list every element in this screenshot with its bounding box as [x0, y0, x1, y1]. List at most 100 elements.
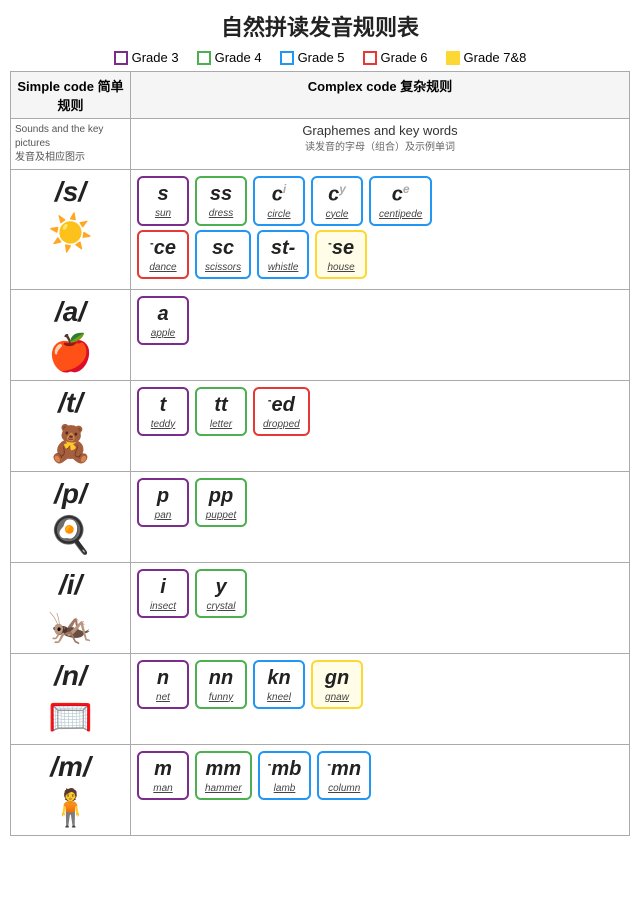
graphemes-cell: m man mm hammer -mb lamb -mn column — [131, 744, 630, 835]
sound-label: /m/ — [15, 751, 126, 783]
main-table: Simple code 简单规则 Complex code 复杂规则 Sound… — [10, 71, 630, 836]
sound-label: /a/ — [15, 296, 126, 328]
grade-4-box — [197, 51, 211, 65]
grapheme-word: man — [153, 783, 172, 794]
phonics-row: /i/🦗iinsectycrystal — [11, 562, 630, 653]
sound-picture-cell: /m/ 🧍 — [11, 744, 131, 835]
grapheme-line-1: ssunssdress ci circle cycyclececentipede — [137, 176, 623, 226]
sub-header-complex-zh: 读发音的字母（组合）及示例单词 — [135, 138, 625, 153]
grade-78: Grade 7&8 — [446, 50, 527, 65]
sub-header-simple-text: Sounds and the key pictures 发音及相应图示 — [15, 124, 103, 163]
grapheme-card: -sehouse — [315, 230, 367, 279]
sound-picture: 🥅 — [15, 696, 126, 738]
grapheme-word: scissors — [205, 262, 241, 273]
sound-picture: 🦗 — [15, 605, 126, 647]
graphemes-cell: nnetnnfunnyknkneelgngnaw — [131, 653, 630, 744]
grapheme-word: whistle — [268, 262, 299, 273]
grapheme-text: kn — [267, 666, 290, 690]
grapheme-word: hammer — [205, 783, 242, 794]
grapheme-card: mm hammer — [195, 751, 252, 800]
grapheme-text: y — [215, 575, 226, 599]
phonics-row: /n/🥅nnetnnfunnyknkneelgngnaw — [11, 653, 630, 744]
sound-picture: 🍳 — [15, 514, 126, 556]
page-title: 自然拼读发音规则表 — [10, 10, 630, 42]
grapheme-card: ssun — [137, 176, 189, 226]
sound-picture-cell: /a/ 🍎 — [11, 289, 131, 380]
grapheme-text: -ed — [268, 393, 295, 417]
phonics-row: /a/ 🍎 aapple — [11, 289, 630, 380]
grapheme-card: -ce dance — [137, 230, 189, 279]
graphemes-cell: aapple — [131, 289, 630, 380]
grapheme-text: ci — [272, 182, 286, 207]
grapheme-card: aapple — [137, 296, 189, 345]
grapheme-line-1: nnetnnfunnyknkneelgngnaw — [137, 660, 623, 709]
grapheme-card: ci circle — [253, 176, 305, 226]
grapheme-word: lamb — [274, 783, 296, 794]
grapheme-word: cycle — [326, 209, 349, 220]
grapheme-word: pan — [155, 510, 172, 521]
grapheme-card: ssdress — [195, 176, 247, 226]
sound-label: /i/ — [15, 569, 126, 601]
grapheme-text: m — [154, 757, 172, 781]
graphemes-cell: ssunssdress ci circle cycyclececentipede -ce… — [131, 170, 630, 290]
grapheme-text: a — [157, 302, 168, 326]
grapheme-word: sun — [155, 208, 171, 219]
grapheme-word: gnaw — [325, 692, 349, 703]
grapheme-card: -mn column — [317, 751, 371, 800]
grade-5-box — [280, 51, 294, 65]
graphemes-cell: iinsectycrystal — [131, 562, 630, 653]
grapheme-word: dance — [149, 262, 176, 273]
grapheme-text: mm — [206, 757, 242, 781]
header-simple: Simple code 简单规则 — [11, 72, 131, 119]
grapheme-card: pppuppet — [195, 478, 247, 527]
sub-header-simple: Sounds and the key pictures 发音及相应图示 — [11, 119, 131, 170]
sound-picture: 🧍 — [15, 787, 126, 829]
graphemes-cell: p pan pppuppet — [131, 471, 630, 562]
phonics-row: /t/🧸tteddyttletter-eddropped — [11, 380, 630, 471]
grade-78-box — [446, 51, 460, 65]
sound-picture-cell: /p/🍳 — [11, 471, 131, 562]
grapheme-word: centipede — [379, 209, 422, 220]
grapheme-text: nn — [209, 666, 233, 690]
sound-picture-cell: /s/☀️ — [11, 170, 131, 290]
grapheme-text: n — [157, 666, 169, 690]
grapheme-card: -mb lamb — [258, 751, 312, 800]
grapheme-word: circle — [267, 209, 290, 220]
graphemes-cell: tteddyttletter-eddropped — [131, 380, 630, 471]
grade-6-box — [363, 51, 377, 65]
grade-4: Grade 4 — [197, 50, 262, 65]
grapheme-word: funny — [209, 692, 233, 703]
grade-3-box — [114, 51, 128, 65]
grapheme-line-2: -cedancescscissorsst-whistle-sehouse — [137, 230, 623, 279]
sound-label: /n/ — [15, 660, 126, 692]
grapheme-text: -mn — [327, 757, 361, 781]
sound-label: /t/ — [15, 387, 126, 419]
grapheme-card: cycycle — [311, 176, 363, 226]
phonics-row: /p/🍳 p pan pppuppet — [11, 471, 630, 562]
grade-78-label: Grade 7&8 — [464, 50, 527, 65]
grapheme-text: i — [160, 575, 166, 599]
grade-5: Grade 5 — [280, 50, 345, 65]
grapheme-line-1: iinsectycrystal — [137, 569, 623, 618]
sub-header-complex: Graphemes and key words 读发音的字母（组合）及示例单词 — [131, 119, 630, 170]
grapheme-text: -se — [328, 236, 354, 260]
grapheme-text: st- — [271, 236, 295, 260]
grade-4-label: Grade 4 — [215, 50, 262, 65]
grapheme-word: insect — [150, 601, 176, 612]
grapheme-card: nnet — [137, 660, 189, 709]
grapheme-word: column — [328, 783, 360, 794]
grapheme-card: scscissors — [195, 230, 251, 279]
sound-picture: 🍎 — [15, 332, 126, 374]
grapheme-card: cecentipede — [369, 176, 432, 226]
grapheme-word: letter — [210, 419, 232, 430]
grapheme-word: dress — [209, 208, 233, 219]
grapheme-card: ttletter — [195, 387, 247, 436]
sound-picture-cell: /n/ 🥅 — [11, 653, 131, 744]
phonics-row: /m/ 🧍 m man mm hammer -mb lamb -mn column — [11, 744, 630, 835]
grade-legend: Grade 3 Grade 4 Grade 5 Grade 6 Grade 7&… — [10, 50, 630, 65]
grapheme-text: -mb — [268, 757, 302, 781]
grapheme-card: st-whistle — [257, 230, 309, 279]
grapheme-text: -ce — [150, 236, 176, 260]
grapheme-word: puppet — [206, 510, 237, 521]
grapheme-text: p — [157, 484, 169, 508]
